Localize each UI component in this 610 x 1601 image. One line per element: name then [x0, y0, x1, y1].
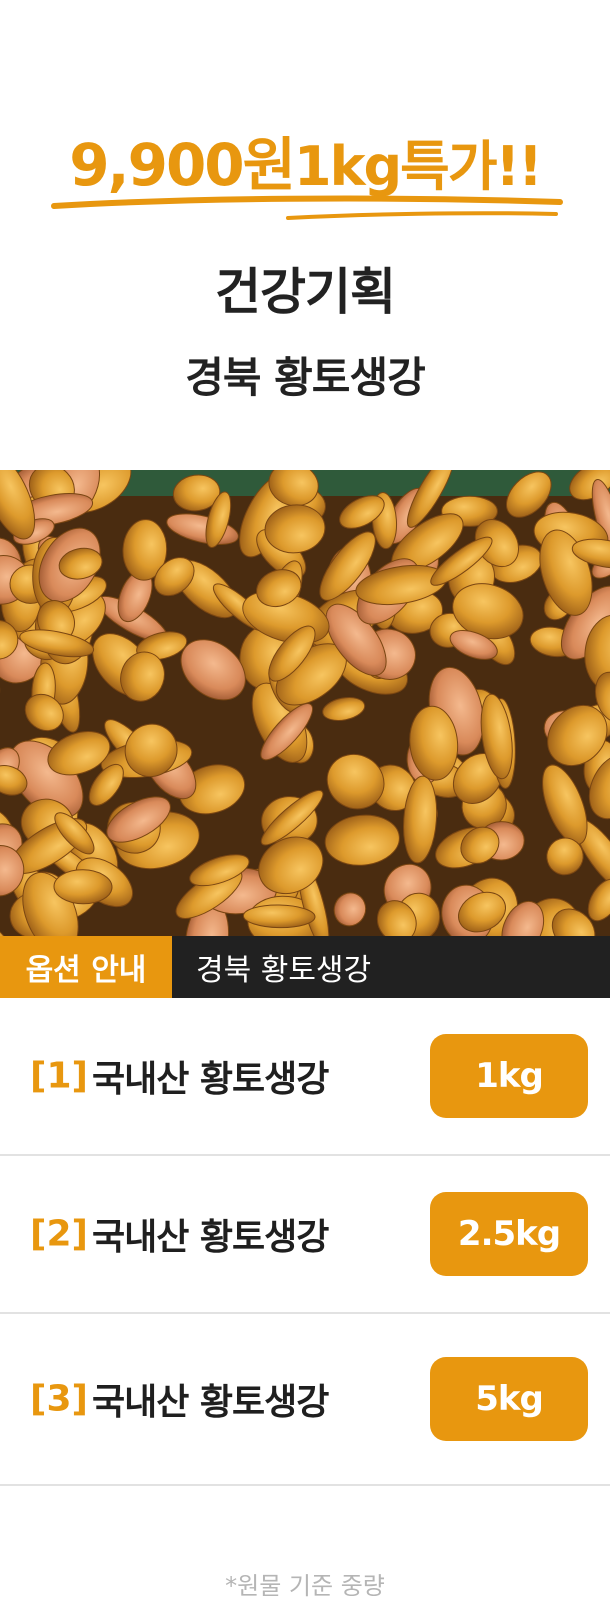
- promo-headline: 9,900원1kg특가!!: [0, 118, 610, 202]
- page-title: 건강기획: [215, 263, 396, 321]
- option-name: 국내산 황토생강: [92, 1217, 329, 1258]
- option-row-2[interactable]: [2] 국내산 황토생강 2.5kg: [0, 1156, 610, 1314]
- option-weight-badge[interactable]: 1kg: [430, 1034, 588, 1118]
- option-weight-badge[interactable]: 5kg: [430, 1357, 588, 1441]
- option-number: [3]: [30, 1378, 88, 1420]
- brush-underline: [51, 195, 563, 220]
- option-weight-badge[interactable]: 2.5kg: [430, 1192, 588, 1276]
- option-name: 국내산 황토생강: [92, 1059, 329, 1100]
- ginger-piece: [53, 869, 113, 905]
- option-name: 국내산 황토생강: [92, 1382, 329, 1423]
- option-guide-product: 경북 황토생강: [172, 936, 610, 998]
- option-guide-tag: 옵션 안내: [0, 936, 172, 998]
- promo-price: 9,900원: [69, 131, 296, 199]
- option-row-1[interactable]: [1] 국내산 황토생강 1kg: [0, 998, 610, 1156]
- option-number: [2]: [30, 1213, 88, 1255]
- option-guide-bar: 옵션 안내 경북 황토생강: [0, 936, 610, 998]
- option-row-3[interactable]: [3] 국내산 황토생강 5kg: [0, 1314, 610, 1486]
- promo-deal-label: 1kg특가!!: [294, 135, 543, 198]
- page-subtitle: 경북 황토생강: [185, 353, 425, 402]
- option-number: [1]: [30, 1055, 88, 1097]
- ginger-photo: [0, 470, 610, 936]
